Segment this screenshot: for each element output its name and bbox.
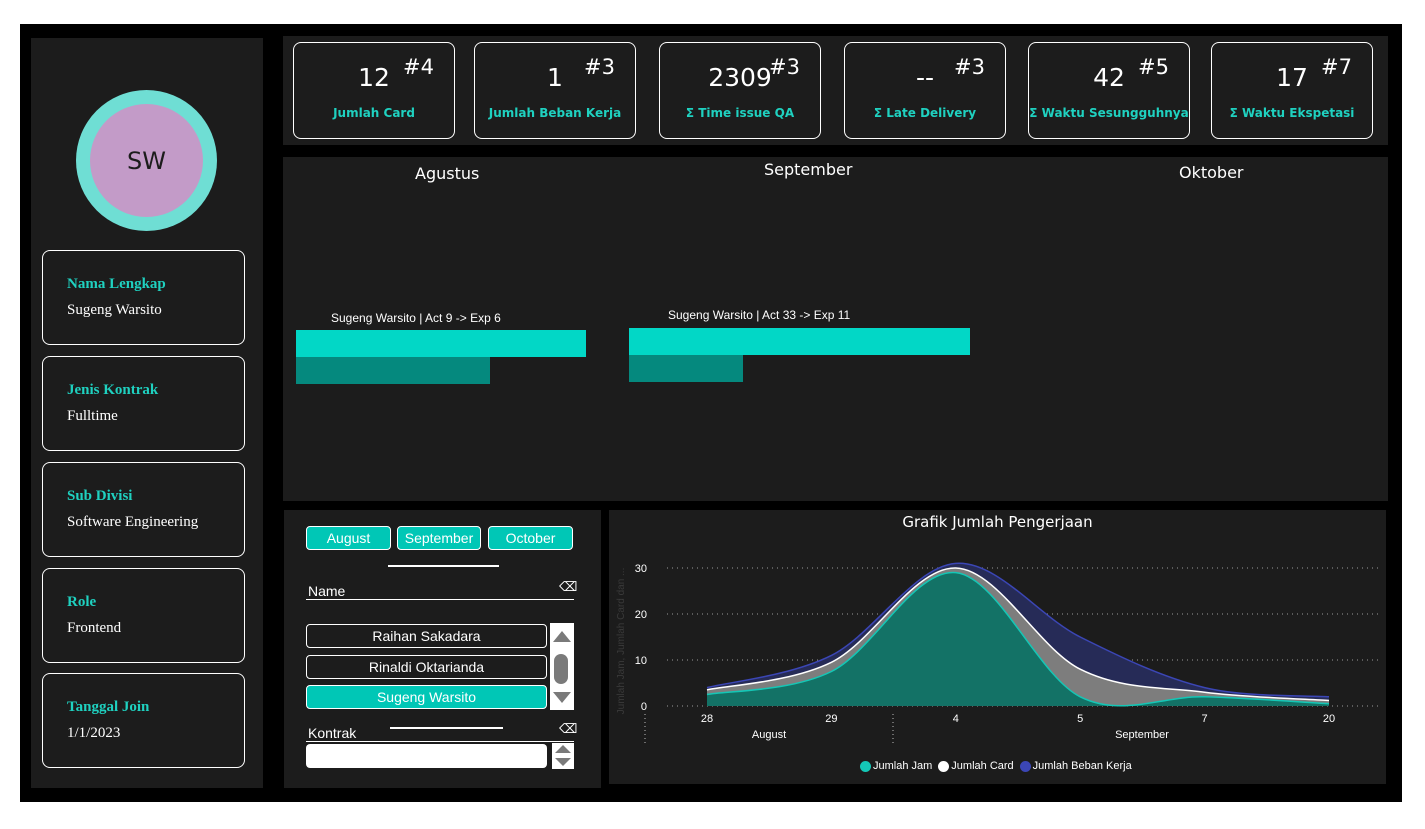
- divider: [390, 727, 503, 729]
- month-button-october[interactable]: October: [488, 526, 573, 550]
- legend-label: Jumlah Card: [951, 760, 1014, 772]
- x-group-label: September: [1115, 729, 1169, 741]
- chart-panel: Grafik Jumlah Pengerjaan 0 10 20 30 Jumlah J…: [609, 510, 1386, 784]
- info-label: Role: [67, 594, 97, 610]
- scroll-up-icon[interactable]: [553, 631, 571, 642]
- info-card-sub-divisi: Sub Divisi Software Engineering: [42, 462, 245, 557]
- kpi-jumlah-beban-kerja: 1 #3 Jumlah Beban Kerja: [474, 42, 636, 139]
- kpi-rank: #5: [1138, 55, 1169, 79]
- legend-item-jumlah-card[interactable]: Jumlah Card: [938, 760, 1014, 772]
- eraser-icon[interactable]: ⌫: [559, 722, 577, 737]
- kpi-rank: #4: [403, 55, 434, 79]
- name-option-rinaldi-oktarianda[interactable]: Rinaldi Oktarianda: [306, 655, 547, 679]
- info-card-jenis-kontrak: Jenis Kontrak Fulltime: [42, 356, 245, 451]
- kpi-label: Σ Waktu Sesungguhnya: [1029, 106, 1189, 120]
- y-tick-label: 10: [635, 655, 647, 667]
- chart-legend: Jumlah Jam Jumlah Card Jumlah Beban Kerj…: [860, 760, 1132, 772]
- dashboard-frame: SW Nama Lengkap Sugeng Warsito Jenis Kon…: [20, 24, 1402, 802]
- info-card-role: Role Frontend: [42, 568, 245, 663]
- y-tick-label: 30: [635, 563, 647, 575]
- kpi-rank: #3: [954, 55, 985, 79]
- info-value: Software Engineering: [67, 514, 199, 530]
- month-title-agustus: Agustus: [415, 164, 480, 183]
- info-value: Frontend: [67, 620, 122, 636]
- legend-dot: [1019, 760, 1031, 772]
- kpi-label: Σ Late Delivery: [873, 106, 977, 120]
- avatar-inner: SW: [90, 104, 203, 217]
- kpi-time-issue-qa: 2309 #3 Σ Time issue QA: [659, 42, 821, 139]
- divider: [388, 565, 499, 567]
- legend-dot: [860, 760, 871, 772]
- legend-item-jumlah-jam[interactable]: Jumlah Jam: [860, 760, 932, 772]
- month-title-oktober: Oktober: [1179, 163, 1244, 182]
- kpi-label: Jumlah Beban Kerja: [488, 106, 622, 120]
- kpi-label: Jumlah Card: [333, 106, 415, 120]
- x-tick-label: 20: [1323, 713, 1335, 725]
- scroll-down-icon[interactable]: [555, 758, 571, 766]
- month-button-september[interactable]: September: [397, 526, 481, 550]
- scroll-down-icon[interactable]: [553, 692, 571, 703]
- kpi-rank: #7: [1321, 55, 1352, 79]
- info-label: Tanggal Join: [67, 699, 150, 715]
- legend-label: Jumlah Beban Kerja: [1032, 760, 1132, 772]
- bar-expected-september[interactable]: [629, 355, 743, 382]
- legend-dot: [938, 760, 950, 772]
- x-tick-label: 5: [1077, 713, 1083, 725]
- kpi-late-delivery: -- #3 Σ Late Delivery: [844, 42, 1006, 139]
- info-label: Nama Lengkap: [67, 276, 166, 292]
- bar-caption: Sugeng Warsito | Act 33 -> Exp 11: [668, 308, 851, 322]
- x-tick-label: 29: [825, 713, 837, 725]
- legend-item-jumlah-beban-kerja[interactable]: Jumlah Beban Kerja: [1019, 760, 1132, 772]
- kontrak-slicer-header: Kontrak: [308, 725, 357, 741]
- info-value: Fulltime: [67, 408, 118, 424]
- info-card-nama-lengkap: Nama Lengkap Sugeng Warsito: [42, 250, 245, 345]
- name-option-raihan-sakadara[interactable]: Raihan Sakadara: [306, 624, 547, 648]
- kpi-waktu-sesungguhnya: 42 #5 Σ Waktu Sesungguhnya: [1028, 42, 1190, 139]
- info-label: Jenis Kontrak: [67, 382, 159, 398]
- area-chart[interactable]: 0 10 20 30 Jumlah Jam, Jumlah Card dan ... 28…: [609, 510, 1386, 784]
- info-label: Sub Divisi: [67, 488, 133, 504]
- y-tick-label: 0: [641, 701, 647, 713]
- scroll-up-icon[interactable]: [555, 745, 571, 753]
- x-group-label: August: [752, 729, 786, 741]
- filter-panel: August September October Name ⌫ Raihan S…: [284, 510, 601, 788]
- y-tick-label: 20: [635, 609, 647, 621]
- month-title-september: September: [764, 160, 853, 179]
- name-option-sugeng-warsito[interactable]: Sugeng Warsito: [306, 685, 547, 709]
- x-tick-label: 4: [953, 713, 959, 725]
- info-value: 1/1/2023: [67, 725, 121, 741]
- slicer-underline: [306, 741, 574, 742]
- bar-actual-september[interactable]: [629, 328, 970, 355]
- slicer-underline: [306, 599, 574, 600]
- kpi-bar: 12 #4 Jumlah Card 1 #3 Jumlah Beban Kerj…: [283, 36, 1388, 145]
- kpi-waktu-ekspetasi: 17 #7 Σ Waktu Ekspetasi: [1211, 42, 1373, 139]
- legend-label: Jumlah Jam: [873, 760, 933, 772]
- month-button-august[interactable]: August: [306, 526, 391, 550]
- name-list-scrollbar[interactable]: [550, 623, 574, 710]
- kpi-rank: #3: [769, 55, 800, 79]
- scroll-thumb[interactable]: [554, 654, 568, 684]
- kpi-jumlah-card: 12 #4 Jumlah Card: [293, 42, 455, 139]
- x-tick-label: 7: [1202, 713, 1208, 725]
- info-card-tanggal-join: Tanggal Join 1/1/2023: [42, 673, 245, 768]
- y-axis-title: Jumlah Jam, Jumlah Card dan ...: [616, 568, 627, 715]
- monthly-bars-panel: Agustus September Oktober Sugeng Warsito…: [283, 157, 1388, 501]
- info-value: Sugeng Warsito: [67, 302, 162, 318]
- kontrak-scrollbar[interactable]: [552, 743, 574, 769]
- kpi-label: Σ Waktu Ekspetasi: [1229, 106, 1355, 120]
- kpi-label: Σ Time issue QA: [685, 106, 795, 120]
- kpi-rank: #3: [584, 55, 615, 79]
- avatar-initials: SW: [127, 146, 166, 175]
- bar-caption: Sugeng Warsito | Act 9 -> Exp 6: [331, 311, 501, 325]
- eraser-icon[interactable]: ⌫: [559, 580, 577, 595]
- x-tick-label: 28: [701, 713, 713, 725]
- kontrak-dropdown[interactable]: [306, 744, 547, 768]
- profile-sidebar: SW Nama Lengkap Sugeng Warsito Jenis Kon…: [31, 38, 263, 788]
- bar-expected-agustus[interactable]: [296, 357, 490, 384]
- avatar: SW: [76, 90, 217, 231]
- name-slicer-header: Name: [308, 583, 346, 599]
- bar-actual-agustus[interactable]: [296, 330, 586, 357]
